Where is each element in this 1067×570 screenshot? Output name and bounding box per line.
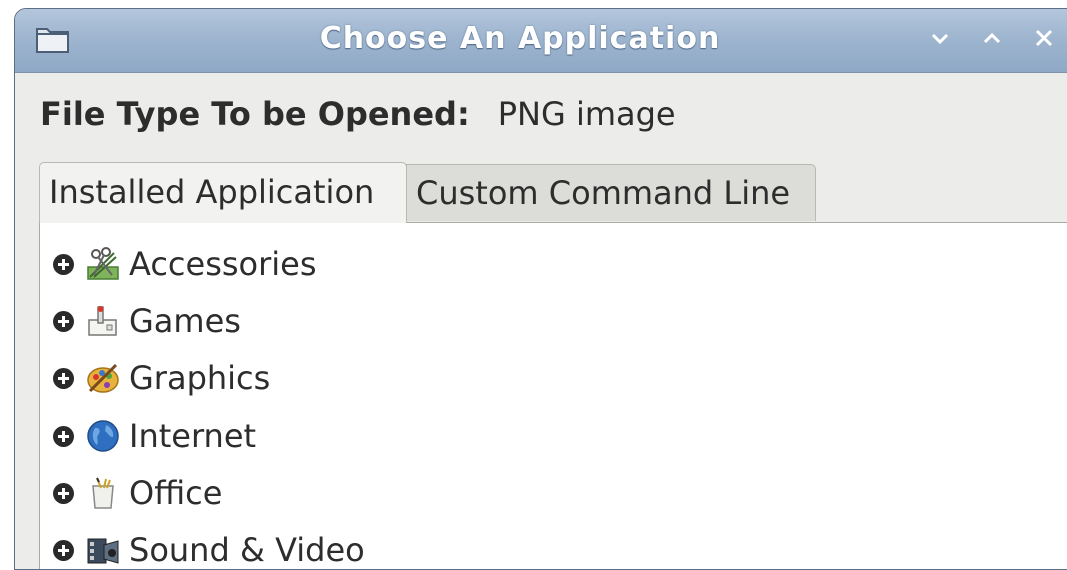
tab-installed-application[interactable]: Installed Application — [39, 162, 407, 223]
close-button[interactable] — [1027, 19, 1061, 59]
file-type-value: PNG image — [497, 95, 676, 133]
expand-icon[interactable] — [53, 482, 74, 504]
tree-item-sound-video[interactable]: Sound & Video — [40, 522, 740, 569]
file-type-label: File Type To be Opened: — [40, 95, 470, 133]
minimize-button[interactable] — [923, 19, 957, 59]
choose-application-dialog: Choose An Application File Type To be Op… — [14, 8, 1067, 570]
file-type-row: File Type To be Opened: PNG image — [40, 95, 676, 133]
chevron-down-icon — [931, 33, 949, 45]
expand-icon[interactable] — [53, 425, 74, 447]
application-tree[interactable]: Accessories Games Graphics Internet Offi… — [39, 222, 1067, 569]
close-icon — [1035, 29, 1053, 47]
internet-icon — [87, 420, 119, 452]
tree-item-label: Office — [129, 474, 223, 512]
expand-icon[interactable] — [53, 367, 74, 389]
maximize-button[interactable] — [975, 19, 1009, 59]
office-icon — [92, 477, 114, 509]
window-title: Choose An Application — [319, 21, 721, 56]
expand-icon[interactable] — [53, 253, 74, 275]
sound-video-icon — [87, 538, 119, 564]
tree-item-label: Graphics — [129, 359, 271, 397]
expand-icon[interactable] — [53, 539, 74, 561]
expand-icon[interactable] — [53, 310, 74, 332]
tree-item-games[interactable]: Games — [40, 293, 740, 349]
accessories-icon — [87, 247, 119, 280]
tree-item-graphics[interactable]: Graphics — [40, 350, 740, 406]
chevron-up-icon — [983, 32, 1001, 44]
tree-item-label: Sound & Video — [129, 531, 365, 569]
tree-item-internet[interactable]: Internet — [40, 408, 740, 464]
tree-item-accessories[interactable]: Accessories — [40, 236, 740, 292]
tree-item-label: Internet — [129, 417, 257, 455]
tree-item-office[interactable]: Office — [40, 465, 740, 521]
graphics-icon — [87, 363, 119, 393]
tree-item-label: Games — [129, 302, 241, 340]
title-bar[interactable]: Choose An Application — [15, 9, 1067, 73]
tree-item-label: Accessories — [129, 245, 317, 283]
tab-custom-command-line[interactable]: Custom Command Line — [406, 164, 816, 221]
games-icon — [88, 306, 117, 336]
